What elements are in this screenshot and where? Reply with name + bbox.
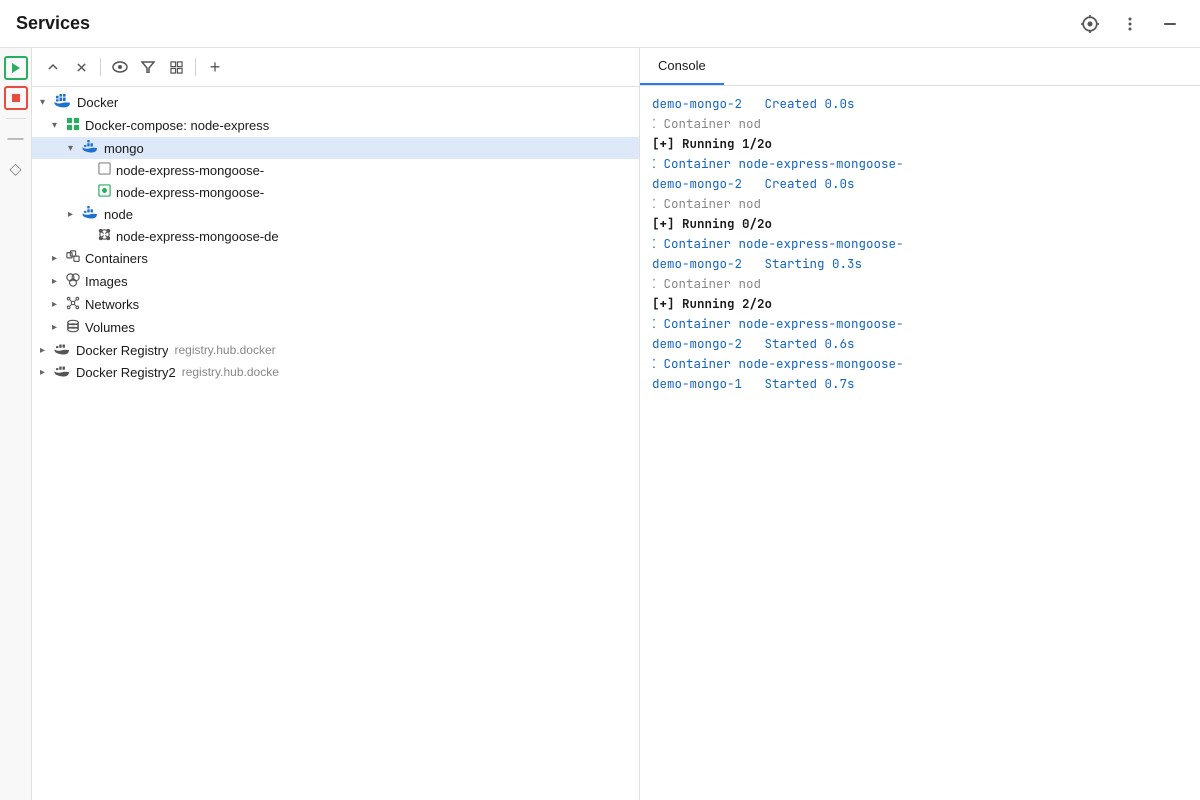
play-button[interactable] [4,56,28,80]
compose-icon [66,117,80,134]
more-options-icon[interactable] [1116,10,1144,38]
tree-item-networks[interactable]: ▸ Netwo [32,293,639,316]
diamond-button[interactable]: ◇ [4,157,28,181]
console-panel: Console demo-mongo-2 Created 0.0s ⁚ Cont… [640,48,1200,800]
images-label: Images [85,274,128,289]
console-line-9: demo-mongo-2 Starting 0.3s [652,254,1188,274]
main-layout: — ◇ [0,48,1200,800]
console-line-14: ⁚ Container node-express-mongoose- [652,354,1188,374]
app-title: Services [16,13,90,34]
title-bar: Services [0,0,1200,48]
console-line-8: ⁚ Container node-express-mongoose- [652,234,1188,254]
tree-item-images[interactable]: ▸ Images [32,270,639,293]
docker-registry-label: Docker Registry [76,343,168,358]
vertical-toolbar: — ◇ [0,48,32,800]
network-icon [98,228,111,244]
console-line-5: demo-mongo-2 Created 0.0s [652,174,1188,194]
console-line-7: [+] Running 0/2o [652,214,1188,234]
toolbar-separator-1 [6,118,26,119]
arrow-compose: ▾ [52,120,66,131]
arrow-registry2: ▸ [40,367,54,378]
arrow-images: ▸ [52,276,66,287]
networks-icon [66,296,80,313]
tree-item-docker-registry[interactable]: ▸ Docker Registry registry.hub.docker [32,339,639,361]
images-icon [66,273,80,290]
mongo-container-2-label: node-express-mongoose- [116,185,264,200]
toolbar-separator-2 [195,58,196,76]
target-icon-button[interactable] [1076,10,1104,38]
volumes-icon [66,319,80,336]
docker-registry2-icon [54,364,71,380]
tree-panel: + ▾ [32,48,640,800]
networks-label: Networks [85,297,139,312]
arrow-containers: ▸ [52,253,66,264]
tree-toolbar: + [32,48,639,87]
arrow-docker: ▾ [40,97,54,108]
console-line-15: demo-mongo-1 Started 0.7s [652,374,1188,394]
title-bar-left: Services [16,13,90,34]
docker-icon [54,94,72,111]
console-tabs: Console [640,48,1200,86]
console-line-12: ⁚ Container node-express-mongoose- [652,314,1188,334]
docker-registry-url: registry.hub.docker [174,343,275,357]
visibility-button[interactable] [107,54,133,80]
container-green-icon [98,184,111,200]
console-line-10: ⁚ Container nod [652,274,1188,294]
arrow-node: ▸ [68,209,82,220]
title-bar-right [1076,10,1184,38]
console-line-3: [+] Running 1/2o [652,134,1188,154]
add-button[interactable]: + [202,54,228,80]
mongo-label: mongo [104,141,144,156]
tree-item-docker-registry2[interactable]: ▸ Docker Registry2 registry.hub.docke [32,361,639,383]
tree-item-docker[interactable]: ▾ Docker [32,91,639,114]
tree-item-mongo-container-1[interactable]: node-express-mongoose- [32,159,639,181]
minimize-icon[interactable] [1156,10,1184,38]
tree-item-volumes[interactable]: ▸ Volumes [32,316,639,339]
tree-item-node[interactable]: ▸ node [32,203,639,225]
console-line-1: demo-mongo-2 Created 0.0s [652,94,1188,114]
tab-console[interactable]: Console [640,48,724,85]
docker-registry2-label: Docker Registry2 [76,365,176,380]
docker-label: Docker [77,95,118,110]
console-output: demo-mongo-2 Created 0.0s ⁚ Container no… [640,86,1200,800]
node-docker-icon [82,206,99,222]
container-grey-icon [98,162,111,178]
console-line-4: ⁚ Container node-express-mongoose- [652,154,1188,174]
tree-item-mongo[interactable]: ▾ mongo [32,137,639,159]
console-line-2: ⁚ Container nod [652,114,1188,134]
node-network-label: node-express-mongoose-de [116,229,279,244]
layout-button[interactable] [163,54,189,80]
console-line-13: demo-mongo-2 Started 0.6s [652,334,1188,354]
stop-button[interactable] [4,86,28,110]
tree-item-node-network[interactable]: node-express-mongoose-de [32,225,639,247]
volumes-label: Volumes [85,320,135,335]
console-line-11: [+] Running 2/2o [652,294,1188,314]
mongo-container-1-label: node-express-mongoose- [116,163,264,178]
arrow-registry: ▸ [40,345,54,356]
console-line-6: ⁚ Container nod [652,194,1188,214]
collapse-button[interactable] [68,54,94,80]
arrow-mongo: ▾ [68,143,82,154]
mongo-docker-icon [82,140,99,156]
tree-item-mongo-container-2[interactable]: node-express-mongoose- [32,181,639,203]
expand-up-button[interactable] [40,54,66,80]
toolbar-separator-1 [100,58,101,76]
docker-compose-label: Docker-compose: node-express [85,118,269,133]
arrow-volumes: ▸ [52,322,66,333]
containers-icon [66,250,80,267]
docker-registry-icon [54,342,71,358]
node-label: node [104,207,133,222]
filter-button[interactable] [135,54,161,80]
containers-label: Containers [85,251,148,266]
arrow-networks: ▸ [52,299,66,310]
minimize-panel-button[interactable]: — [4,127,28,151]
docker-registry2-url: registry.hub.docke [182,365,279,379]
tree-item-docker-compose[interactable]: ▾ Docker-compose: node-express [32,114,639,137]
tree-item-containers[interactable]: ▸ Containers [32,247,639,270]
services-tree: ▾ Docker [32,87,639,800]
content-area: + ▾ [32,48,1200,800]
